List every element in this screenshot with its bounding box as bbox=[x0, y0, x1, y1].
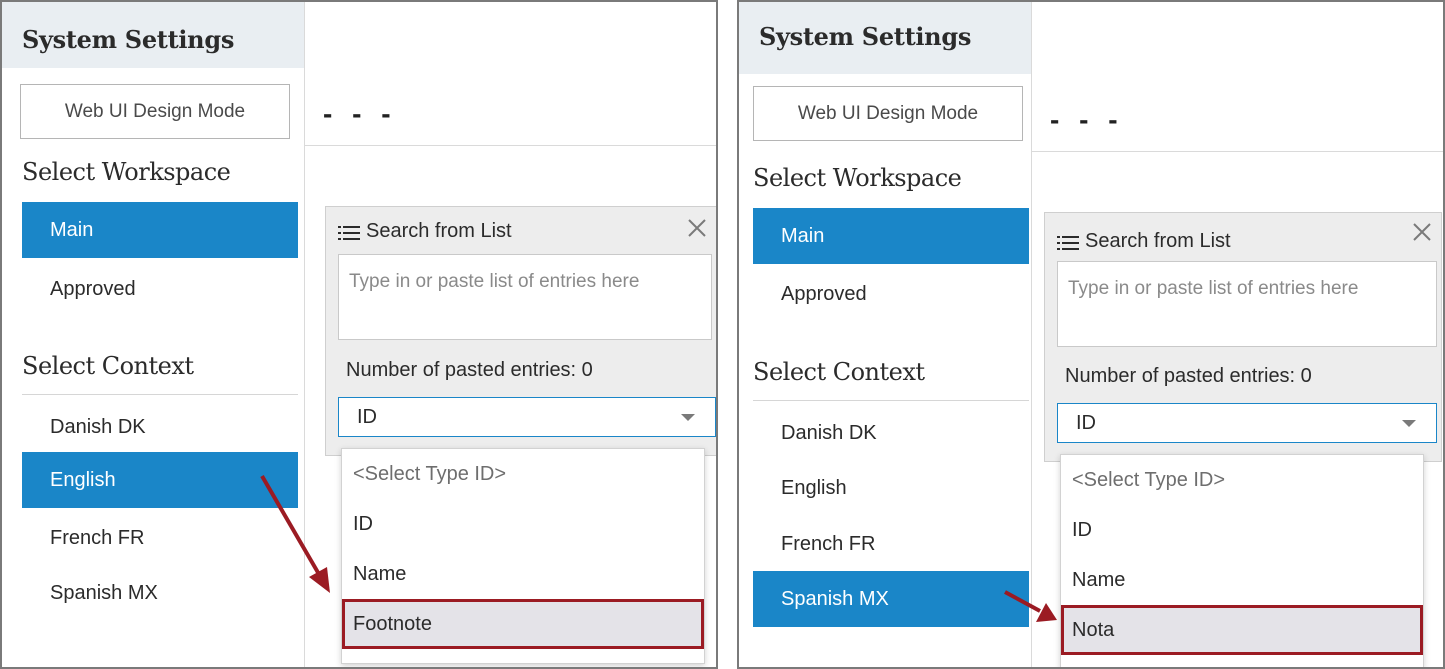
web-ui-design-mode-button[interactable]: Web UI Design Mode bbox=[20, 84, 290, 139]
sidebar-title: System Settings bbox=[739, 2, 1031, 74]
sidebar-title: System Settings bbox=[2, 2, 304, 68]
list-icon bbox=[338, 224, 360, 240]
panel-title-label: Search from List bbox=[1085, 230, 1231, 252]
search-from-list-panel: Search from List Number of pasted entrie… bbox=[1044, 212, 1442, 462]
option-nota[interactable]: Nota bbox=[1061, 605, 1423, 655]
context-item-spanish-mx[interactable]: Spanish MX bbox=[22, 565, 298, 621]
main-divider bbox=[305, 145, 716, 146]
option-select-type-id[interactable]: <Select Type ID> bbox=[342, 449, 704, 499]
workspace-heading: Select Workspace bbox=[753, 164, 962, 192]
entries-textarea[interactable] bbox=[338, 254, 712, 340]
web-ui-design-mode-button[interactable]: Web UI Design Mode bbox=[753, 86, 1023, 141]
chevron-down-icon bbox=[1402, 420, 1416, 427]
workspace-item-main[interactable]: Main bbox=[753, 208, 1029, 264]
context-divider bbox=[22, 394, 298, 395]
close-icon[interactable] bbox=[1411, 221, 1433, 243]
pasted-entries-count: Number of pasted entries: 0 bbox=[346, 359, 593, 381]
close-icon[interactable] bbox=[686, 217, 708, 239]
option-name[interactable]: Name bbox=[1061, 555, 1423, 605]
type-id-select[interactable]: ID bbox=[1057, 403, 1437, 443]
main-area: - - - Search from List Number of pasted … bbox=[1031, 2, 1443, 668]
option-id[interactable]: ID bbox=[342, 499, 704, 549]
context-item-danish-dk[interactable]: Danish DK bbox=[753, 405, 1029, 461]
panel-title: Search from List bbox=[338, 220, 512, 243]
context-heading: Select Context bbox=[753, 358, 925, 386]
main-divider bbox=[1032, 151, 1443, 152]
screenshot-panel-left: System Settings Web UI Design Mode Selec… bbox=[0, 0, 718, 669]
list-icon bbox=[1057, 234, 1079, 250]
context-divider bbox=[753, 400, 1029, 401]
panel-title-label: Search from List bbox=[366, 220, 512, 242]
screenshot-panel-right: System Settings Web UI Design Mode Selec… bbox=[737, 0, 1445, 669]
panel-title: Search from List bbox=[1057, 230, 1231, 253]
option-name[interactable]: Name bbox=[342, 549, 704, 599]
context-heading: Select Context bbox=[22, 352, 194, 380]
context-item-danish-dk[interactable]: Danish DK bbox=[22, 399, 298, 455]
settings-sidebar: System Settings Web UI Design Mode Selec… bbox=[2, 2, 304, 667]
workspace-item-main[interactable]: Main bbox=[22, 202, 298, 258]
option-select-type-id[interactable]: <Select Type ID> bbox=[1061, 455, 1423, 505]
type-id-select[interactable]: ID bbox=[338, 397, 716, 437]
option-footnote[interactable]: Footnote bbox=[342, 599, 704, 649]
chevron-down-icon bbox=[681, 414, 695, 421]
option-id[interactable]: ID bbox=[1061, 505, 1423, 555]
context-item-english[interactable]: English bbox=[753, 460, 1029, 516]
workspace-item-approved[interactable]: Approved bbox=[753, 266, 1029, 322]
context-item-french-fr[interactable]: French FR bbox=[753, 516, 1029, 572]
workspace-heading: Select Workspace bbox=[22, 158, 231, 186]
context-item-french-fr[interactable]: French FR bbox=[22, 510, 298, 566]
workspace-item-approved[interactable]: Approved bbox=[22, 261, 298, 317]
entries-textarea[interactable] bbox=[1057, 261, 1437, 347]
settings-sidebar: System Settings Web UI Design Mode Selec… bbox=[739, 2, 1031, 667]
context-item-spanish-mx[interactable]: Spanish MX bbox=[753, 571, 1029, 627]
context-item-english[interactable]: English bbox=[22, 452, 298, 508]
placeholder-dashes: - - - bbox=[323, 98, 397, 129]
placeholder-dashes: - - - bbox=[1050, 104, 1124, 135]
pasted-entries-count: Number of pasted entries: 0 bbox=[1065, 365, 1312, 387]
type-id-dropdown: <Select Type ID> ID Name Nota bbox=[1060, 454, 1424, 668]
main-area: - - - Search from List Number of pasted … bbox=[304, 2, 717, 667]
search-from-list-panel: Search from List Number of pasted entrie… bbox=[325, 206, 717, 456]
type-id-select-value: ID bbox=[1076, 412, 1096, 434]
type-id-dropdown: <Select Type ID> ID Name Footnote bbox=[341, 448, 705, 664]
type-id-select-value: ID bbox=[357, 406, 377, 428]
